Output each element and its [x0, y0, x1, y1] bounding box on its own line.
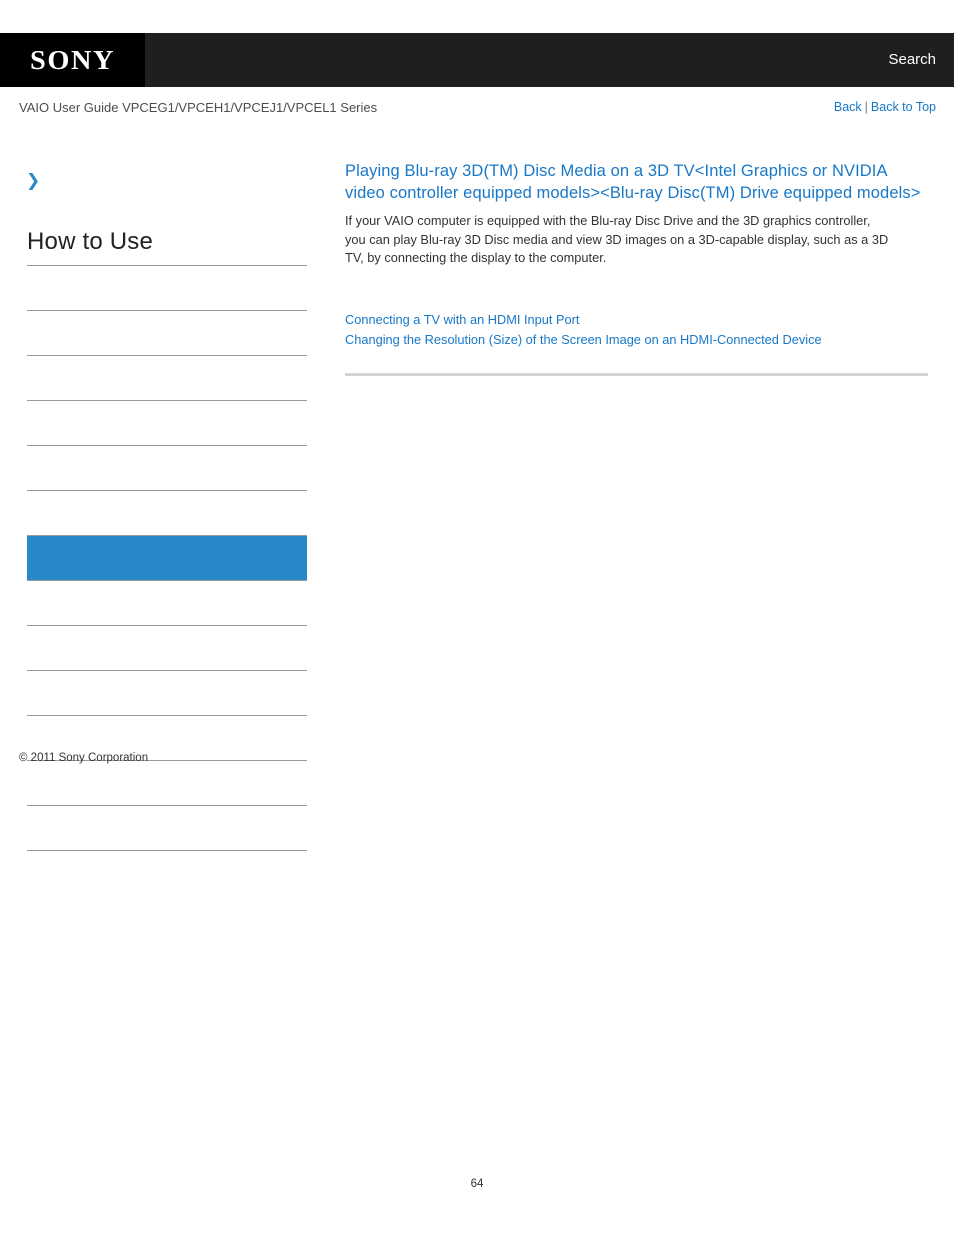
sidebar-item-12[interactable]: [27, 805, 307, 850]
search-link[interactable]: Search: [888, 33, 936, 87]
sidebar-item-label: [27, 311, 307, 317]
related-link-0[interactable]: Connecting a TV with an HDMI Input Port: [345, 310, 928, 330]
content-divider: [345, 372, 928, 376]
subbar-links: Back | Back to Top: [834, 100, 936, 114]
sidebar-item-1[interactable]: [27, 310, 307, 355]
sidebar-item-6[interactable]: [27, 535, 307, 580]
back-to-top-link[interactable]: Back to Top: [871, 100, 936, 114]
guide-subbar: VAIO User Guide VPCEG1/VPCEH1/VPCEJ1/VPC…: [0, 100, 954, 124]
sidebar-item-9[interactable]: [27, 670, 307, 715]
sidebar-item-label: [27, 446, 307, 452]
page-number: 64: [470, 1178, 484, 1190]
site-header: SONY Search: [0, 33, 954, 87]
related-links-list: Connecting a TV with an HDMI Input Port C…: [345, 310, 928, 350]
guide-title: VAIO User Guide VPCEG1/VPCEH1/VPCEJ1/VPC…: [19, 100, 378, 115]
main-content: Playing Blu-ray 3D(TM) Disc Media on a 3…: [345, 160, 928, 376]
article-title: Playing Blu-ray 3D(TM) Disc Media on a 3…: [345, 160, 928, 204]
sidebar-item-label: [27, 626, 307, 632]
sidebar-list-end-rule: [27, 850, 307, 851]
article-title-link[interactable]: Playing Blu-ray 3D(TM) Disc Media on a 3…: [345, 162, 920, 202]
sony-logo[interactable]: SONY: [0, 33, 145, 87]
sidebar-item-label: [27, 401, 307, 407]
sidebar-nav-title: How to Use: [27, 228, 154, 255]
sidebar-item-label: [27, 581, 307, 587]
sony-logo-text: SONY: [29, 44, 116, 75]
sidebar-item-8[interactable]: [27, 625, 307, 670]
link-separator: |: [864, 100, 868, 114]
sidebar-item-7[interactable]: [27, 580, 307, 625]
sidebar-item-11[interactable]: [27, 760, 307, 805]
sidebar-item-label: [27, 356, 307, 362]
sidebar-item-label: [27, 491, 307, 497]
copyright-text: © 2011 Sony Corporation: [19, 752, 149, 764]
back-link[interactable]: Back: [834, 100, 862, 114]
sidebar-item-5[interactable]: [27, 490, 307, 535]
sidebar-item-3[interactable]: [27, 400, 307, 445]
sidebar-item-0[interactable]: [27, 265, 307, 310]
sidebar-item-4[interactable]: [27, 445, 307, 490]
sidebar-item-label: [27, 536, 307, 542]
related-link-1[interactable]: Changing the Resolution (Size) of the Sc…: [345, 330, 928, 350]
sidebar-item-label: [27, 266, 307, 272]
article-body: If your VAIO computer is equipped with t…: [345, 213, 889, 265]
sidebar-item-label: [27, 806, 307, 812]
sidebar-item-2[interactable]: [27, 355, 307, 400]
sidebar-item-label: [27, 671, 307, 677]
chevron-right-icon: ❯: [26, 171, 41, 191]
sidebar-item-label: [27, 716, 307, 722]
